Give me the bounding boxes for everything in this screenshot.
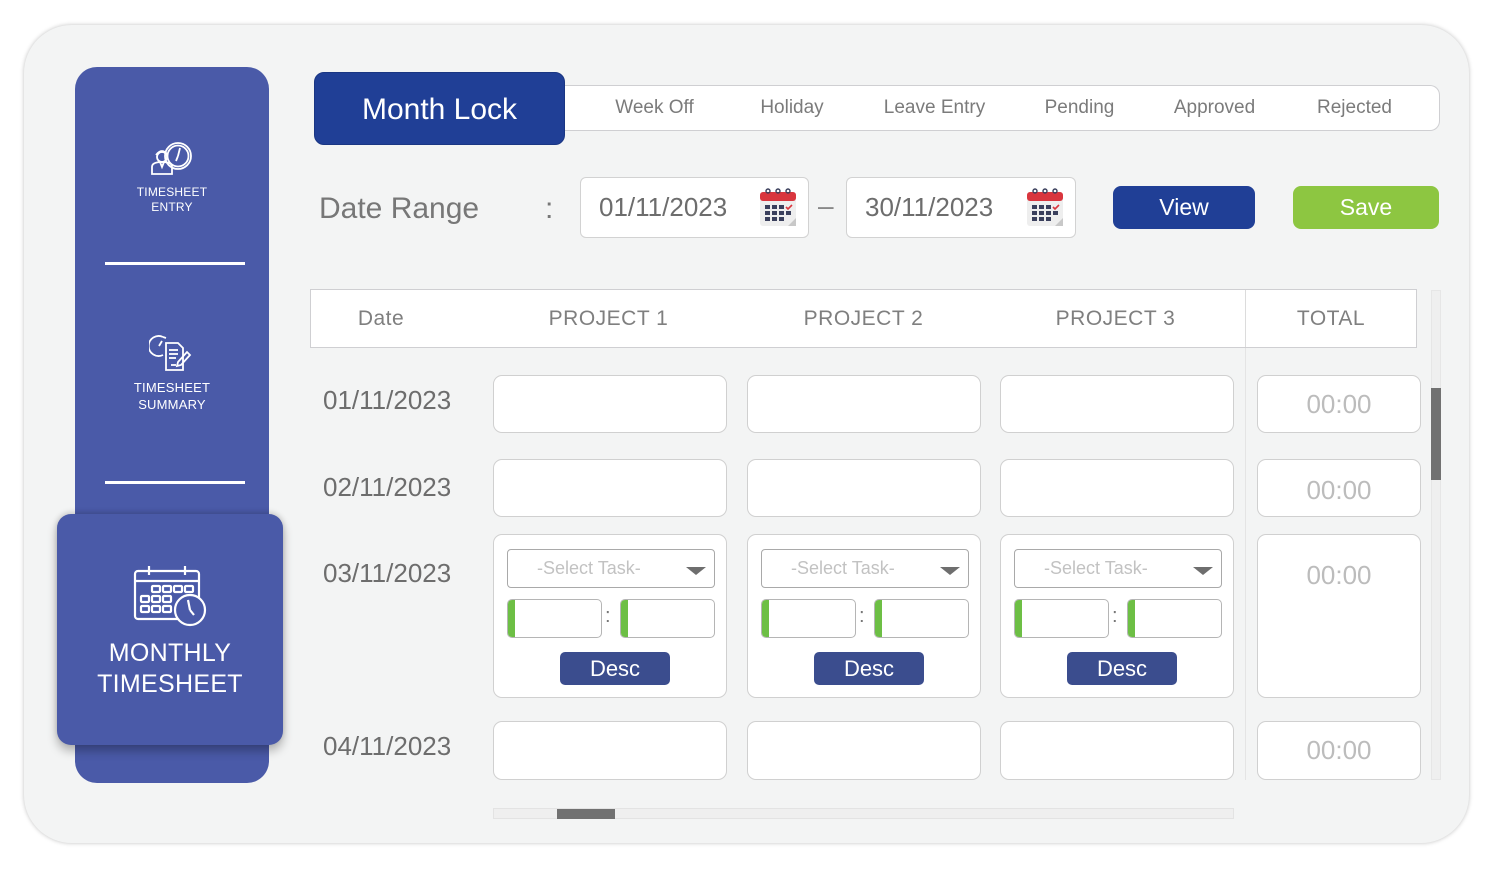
- project-2-cell[interactable]: [747, 459, 981, 517]
- time-separator: :: [859, 605, 865, 627]
- sidebar-item-label: TIMESHEET: [133, 380, 211, 395]
- calendar-clock-icon: [57, 564, 283, 628]
- column-header-date: Date: [357, 307, 405, 330]
- calendar-icon[interactable]: [1025, 186, 1065, 233]
- sidebar-divider: [105, 262, 245, 265]
- row-total: 00:00: [1257, 375, 1421, 433]
- sidebar-item-label: SUMMARY: [138, 397, 206, 412]
- row-total: 00:00: [1257, 534, 1421, 698]
- view-button[interactable]: View: [1113, 186, 1255, 229]
- column-header-total: TOTAL: [1296, 307, 1366, 330]
- date-range-label: Date Range: [319, 192, 480, 225]
- column-header-project-3: PROJECT 3: [1055, 307, 1176, 330]
- time-separator: :: [1112, 605, 1118, 627]
- tab-leave-entry[interactable]: Leave Entry: [867, 86, 1002, 130]
- tab-holiday[interactable]: Holiday: [732, 86, 852, 130]
- project-1-cell: -Select Task- : Desc: [493, 534, 727, 698]
- status-tab-bar: Week Off Holiday Leave Entry Pending App…: [562, 85, 1440, 131]
- save-button[interactable]: Save: [1293, 186, 1439, 229]
- hours-input[interactable]: [1014, 599, 1109, 638]
- project-2-cell[interactable]: [747, 721, 981, 780]
- column-divider: [1245, 348, 1246, 780]
- vertical-scrollbar[interactable]: [1431, 290, 1441, 780]
- select-task-placeholder: -Select Task-: [537, 558, 641, 578]
- project-1-cell[interactable]: [493, 459, 727, 517]
- select-task-dropdown[interactable]: -Select Task-: [761, 549, 969, 588]
- vertical-scrollbar-thumb[interactable]: [1431, 388, 1441, 480]
- sidebar-item-label: TIMESHEET: [136, 185, 208, 199]
- row-total: 00:00: [1257, 721, 1421, 780]
- column-header-project-2: PROJECT 2: [803, 307, 924, 330]
- row-date: 01/11/2023: [323, 385, 452, 415]
- sidebar-divider: [105, 481, 245, 484]
- date-range-separator: –: [818, 190, 834, 221]
- chevron-down-icon: [940, 567, 960, 575]
- project-3-cell: -Select Task- : Desc: [1000, 534, 1234, 698]
- tab-pending[interactable]: Pending: [1022, 86, 1137, 130]
- user-clock-icon: [75, 139, 269, 179]
- project-3-cell[interactable]: [1000, 721, 1234, 780]
- horizontal-scrollbar-thumb[interactable]: [557, 809, 615, 819]
- date-to-value: 30/11/2023: [865, 192, 994, 222]
- sidebar-item-timesheet-entry[interactable]: TIMESHEET ENTRY: [75, 139, 269, 215]
- column-header-project-1: PROJECT 1: [548, 307, 669, 330]
- sidebar-item-label: TIMESHEET: [97, 670, 243, 698]
- sidebar-item-label: MONTHLY: [108, 639, 232, 667]
- desc-button[interactable]: Desc: [1067, 652, 1177, 685]
- minutes-input[interactable]: [1127, 599, 1222, 638]
- minutes-input[interactable]: [620, 599, 715, 638]
- row-date: 04/11/2023: [323, 731, 452, 761]
- project-2-cell[interactable]: [747, 375, 981, 433]
- date-to-input[interactable]: 30/11/2023: [846, 177, 1076, 238]
- hours-input[interactable]: [507, 599, 602, 638]
- tab-approved[interactable]: Approved: [1152, 86, 1277, 130]
- select-task-dropdown[interactable]: -Select Task-: [507, 549, 715, 588]
- project-3-cell[interactable]: [1000, 459, 1234, 517]
- date-range-colon: :: [545, 192, 554, 225]
- chevron-down-icon: [686, 567, 706, 575]
- row-date: 02/11/2023: [323, 472, 452, 502]
- chevron-down-icon: [1193, 567, 1213, 575]
- project-1-cell[interactable]: [493, 375, 727, 433]
- desc-button[interactable]: Desc: [814, 652, 924, 685]
- date-from-input[interactable]: 01/11/2023: [580, 177, 809, 238]
- time-separator: :: [605, 605, 611, 627]
- hours-input[interactable]: [761, 599, 856, 638]
- project-3-cell[interactable]: [1000, 375, 1234, 433]
- select-task-placeholder: -Select Task-: [791, 558, 895, 578]
- select-task-placeholder: -Select Task-: [1044, 558, 1148, 578]
- row-total: 00:00: [1257, 459, 1421, 517]
- tab-month-lock[interactable]: Month Lock: [314, 72, 565, 145]
- sidebar-item-timesheet-summary[interactable]: TIMESHEET SUMMARY: [75, 333, 269, 413]
- minutes-input[interactable]: [874, 599, 969, 638]
- select-task-dropdown[interactable]: -Select Task-: [1014, 549, 1222, 588]
- desc-button[interactable]: Desc: [560, 652, 670, 685]
- sidebar-item-label: ENTRY: [151, 200, 193, 214]
- tab-rejected[interactable]: Rejected: [1297, 86, 1412, 130]
- project-1-cell[interactable]: [493, 721, 727, 780]
- project-2-cell: -Select Task- : Desc: [747, 534, 981, 698]
- calendar-icon[interactable]: [758, 186, 798, 233]
- document-edit-clock-icon: [75, 333, 269, 373]
- tab-week-off[interactable]: Week Off: [592, 86, 717, 130]
- sidebar-item-monthly-timesheet[interactable]: MONTHLY TIMESHEET: [57, 514, 283, 745]
- table-header: Date PROJECT 1 PROJECT 2 PROJECT 3 TOTAL: [310, 289, 1417, 348]
- date-from-value: 01/11/2023: [599, 192, 728, 222]
- row-date: 03/11/2023: [323, 558, 452, 588]
